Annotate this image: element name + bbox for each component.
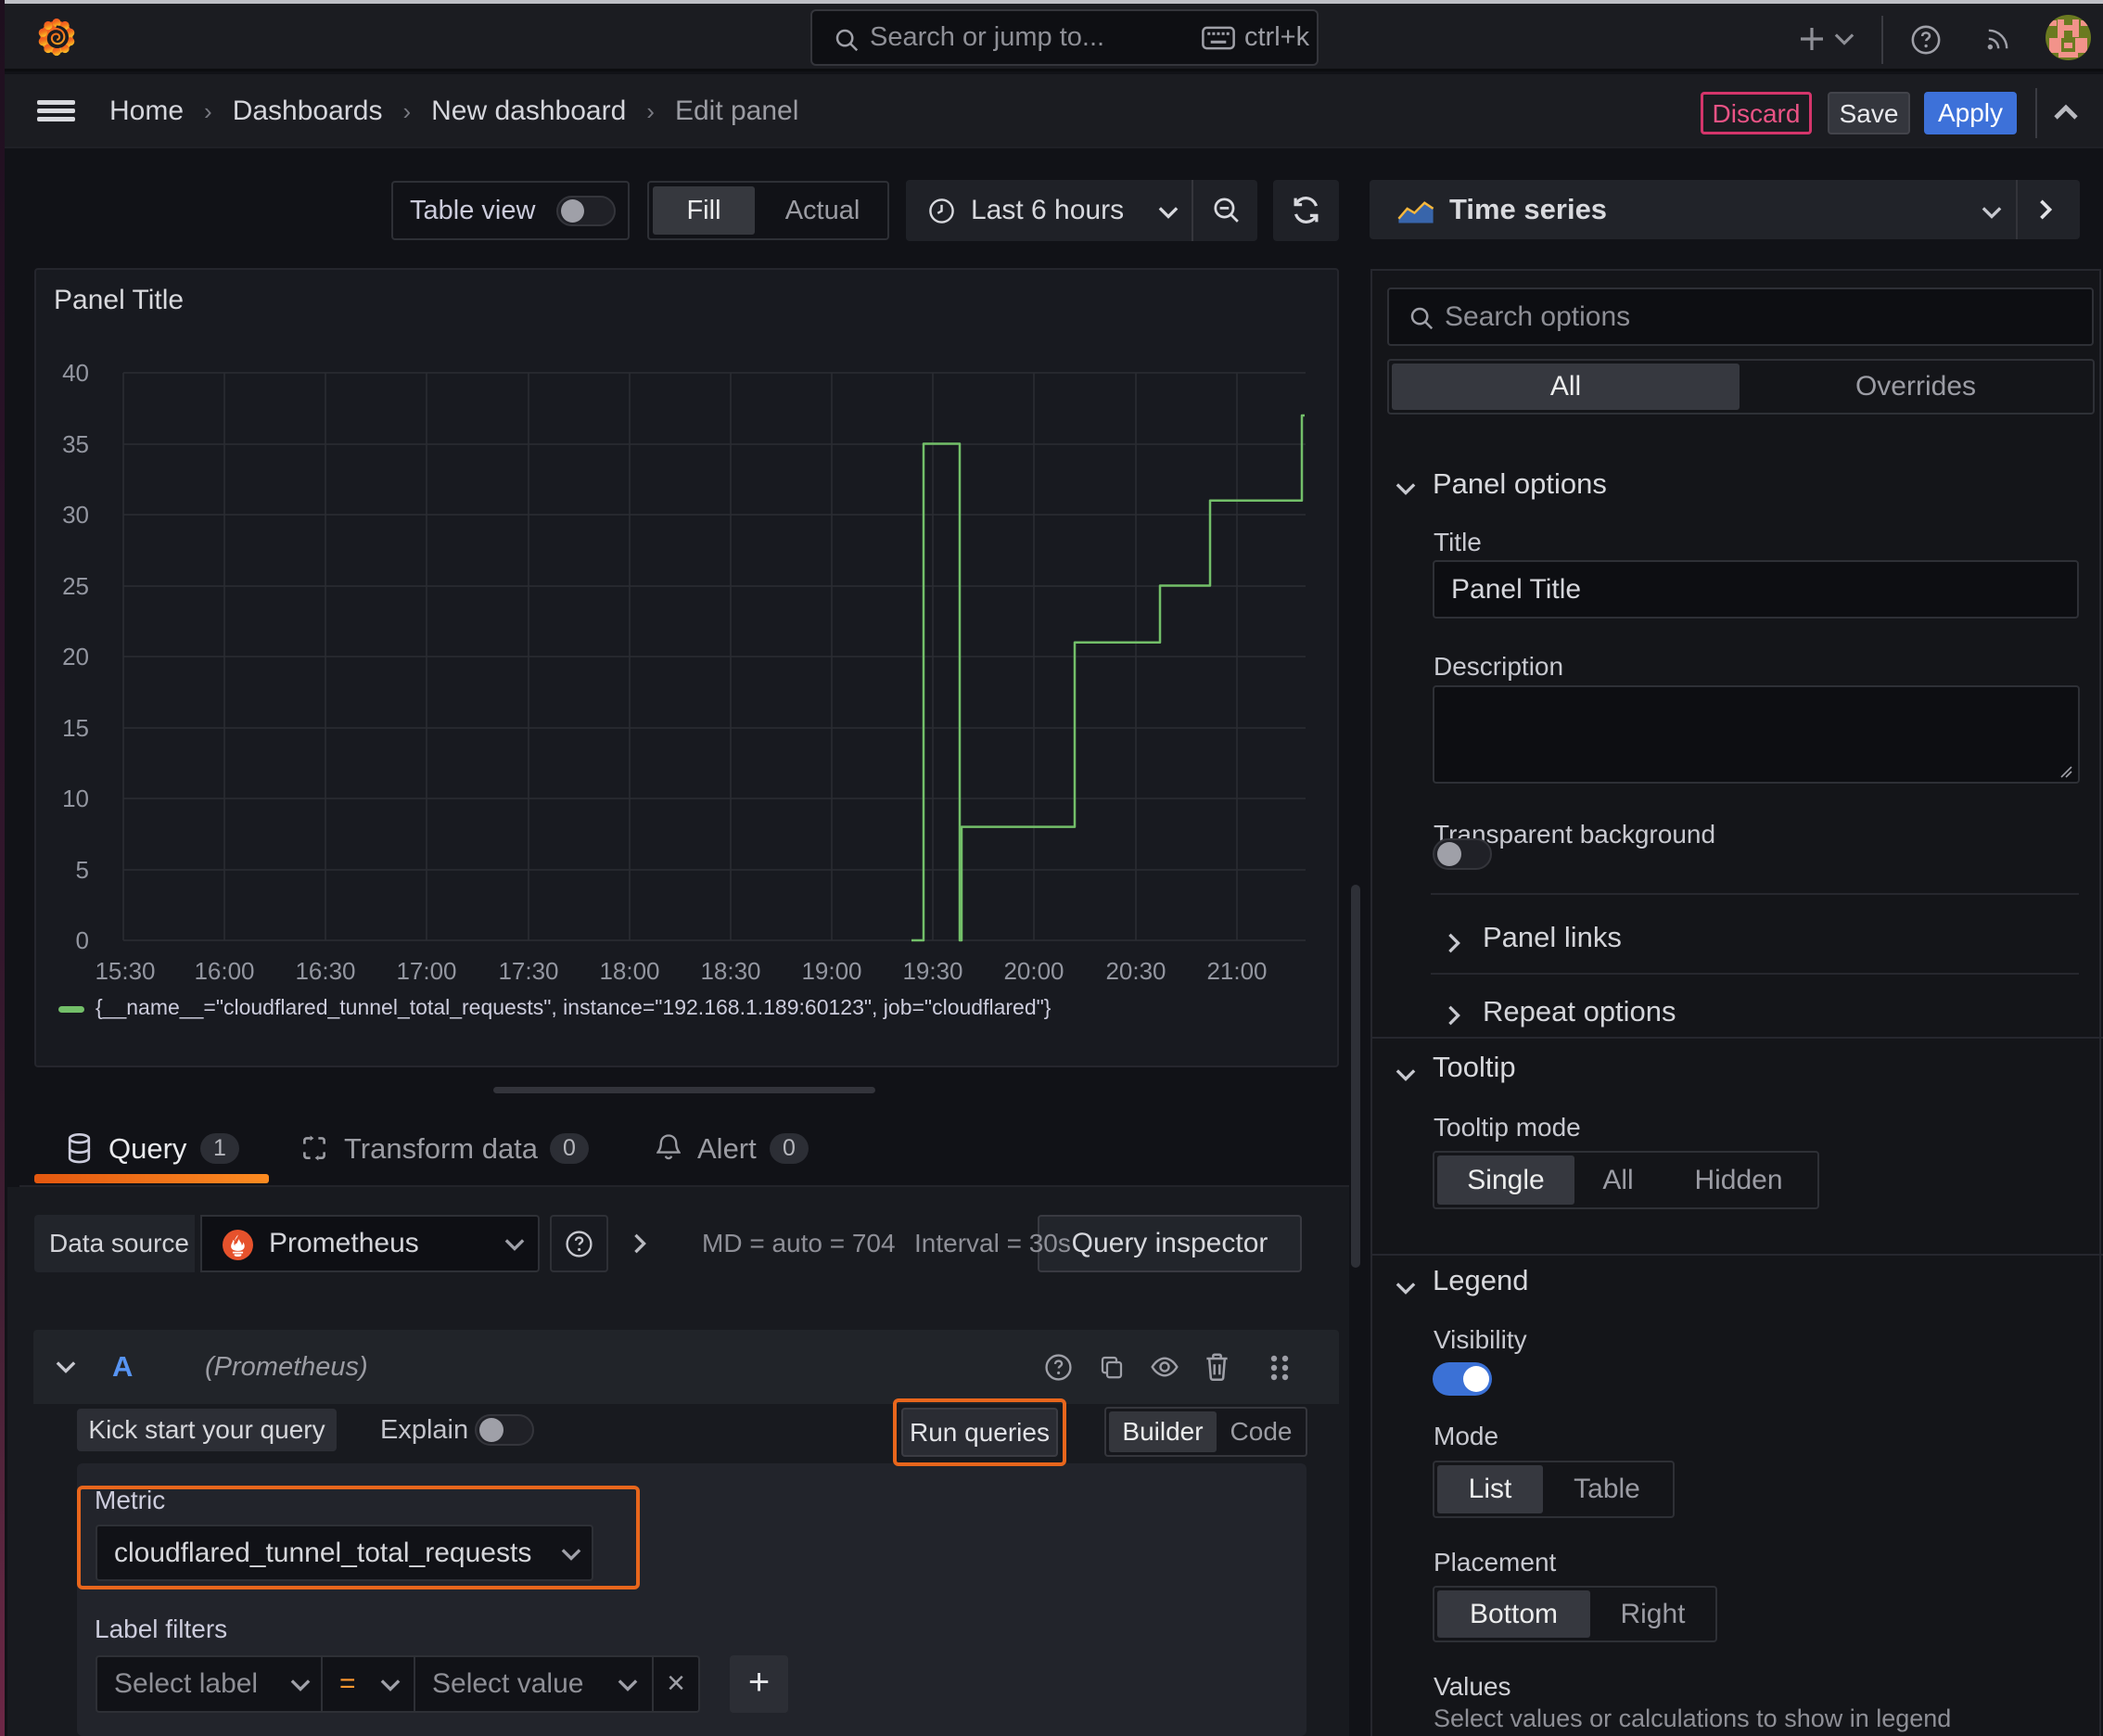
svg-text:15:30: 15:30 xyxy=(95,957,155,985)
svg-text:5: 5 xyxy=(76,856,89,884)
svg-text:16:00: 16:00 xyxy=(194,957,254,985)
svg-text:{__name__="cloudflared_tunnel_: {__name__="cloudflared_tunnel_total_requ… xyxy=(96,995,1052,1019)
svg-text:15: 15 xyxy=(62,714,89,742)
svg-text:19:30: 19:30 xyxy=(902,957,962,985)
svg-text:10: 10 xyxy=(62,785,89,812)
svg-text:25: 25 xyxy=(62,572,89,600)
svg-text:0: 0 xyxy=(76,926,89,954)
svg-text:18:30: 18:30 xyxy=(700,957,760,985)
svg-text:18:00: 18:00 xyxy=(599,957,659,985)
svg-text:16:30: 16:30 xyxy=(295,957,355,985)
svg-text:19:00: 19:00 xyxy=(801,957,861,985)
svg-text:17:30: 17:30 xyxy=(498,957,558,985)
svg-text:20: 20 xyxy=(62,643,89,670)
svg-text:20:30: 20:30 xyxy=(1105,957,1166,985)
svg-text:17:00: 17:00 xyxy=(396,957,456,985)
svg-text:21:00: 21:00 xyxy=(1206,957,1267,985)
svg-text:35: 35 xyxy=(62,430,89,458)
svg-text:40: 40 xyxy=(62,359,89,387)
svg-text:20:00: 20:00 xyxy=(1003,957,1064,985)
svg-text:30: 30 xyxy=(62,501,89,529)
